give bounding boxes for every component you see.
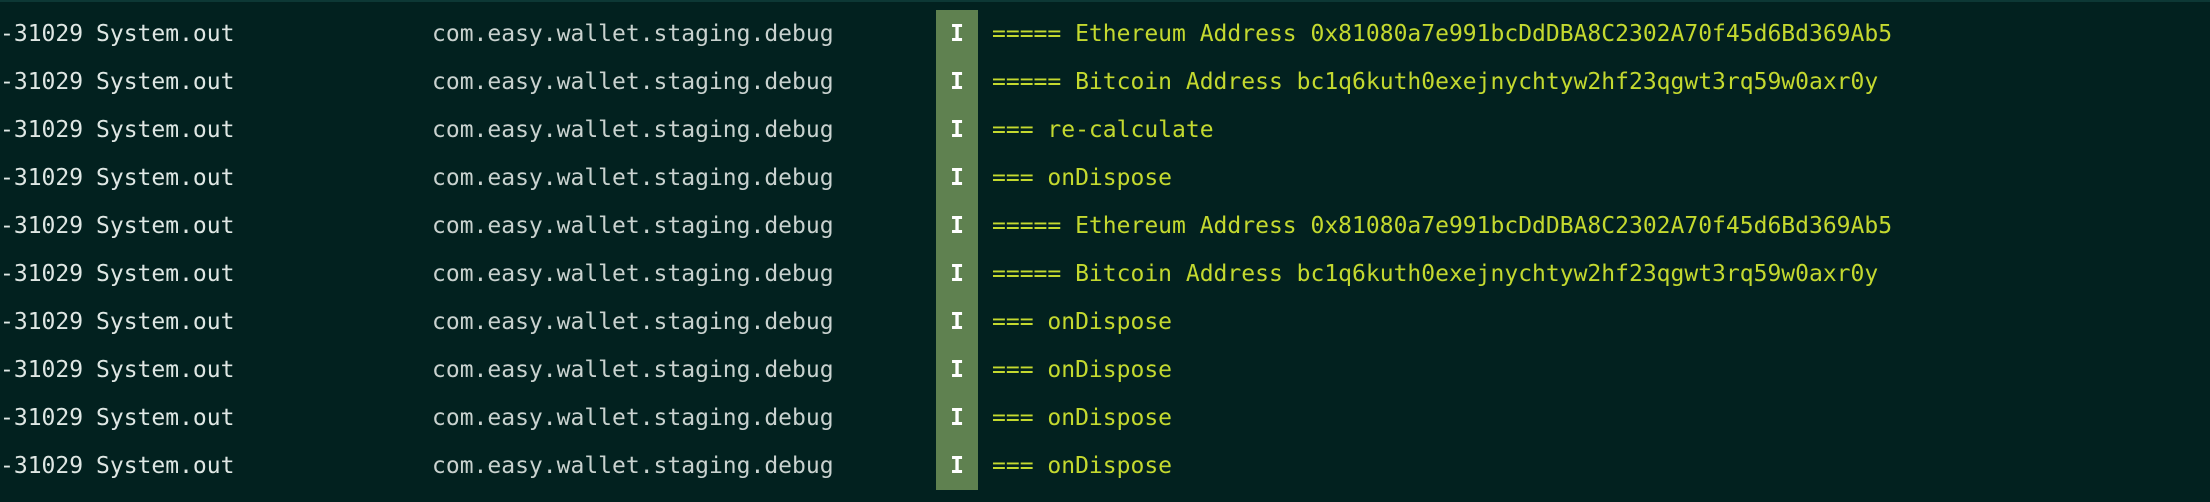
log-level-badge: I [936, 154, 978, 202]
log-tag: System.out [96, 453, 235, 479]
log-level-badge: I [936, 442, 978, 490]
log-tag: System.out [96, 21, 235, 47]
log-package: com.easy.wallet.staging.debug [432, 357, 834, 383]
log-row[interactable]: -31029 System.out com.easy.wallet.stagin… [0, 10, 2210, 58]
log-row[interactable]: -31029 System.out com.easy.wallet.stagin… [0, 346, 2210, 394]
log-row[interactable]: -31029 System.out com.easy.wallet.stagin… [0, 298, 2210, 346]
log-pid: -31029 [0, 405, 84, 431]
log-row[interactable]: -31029 System.out com.easy.wallet.stagin… [0, 442, 2210, 490]
log-message: === onDispose [992, 453, 1173, 479]
log-tag: System.out [96, 261, 235, 287]
log-message: ===== Bitcoin Address bc1q6kuth0exejnych… [992, 261, 1879, 287]
log-package: com.easy.wallet.staging.debug [432, 117, 834, 143]
log-package: com.easy.wallet.staging.debug [432, 261, 834, 287]
log-list: -31029 System.out com.easy.wallet.stagin… [0, 10, 2210, 490]
log-pid: -31029 [0, 21, 84, 47]
log-row[interactable]: -31029 System.out com.easy.wallet.stagin… [0, 106, 2210, 154]
log-pid: -31029 [0, 357, 84, 383]
log-pid: -31029 [0, 213, 84, 239]
log-package: com.easy.wallet.staging.debug [432, 405, 834, 431]
log-message: === onDispose [992, 405, 1173, 431]
log-level-badge: I [936, 298, 978, 346]
log-row[interactable]: -31029 System.out com.easy.wallet.stagin… [0, 58, 2210, 106]
log-package: com.easy.wallet.staging.debug [432, 165, 834, 191]
log-message: === re-calculate [992, 117, 1214, 143]
log-pid: -31029 [0, 453, 84, 479]
log-message: ===== Ethereum Address 0x81080a7e991bcDd… [992, 21, 1893, 47]
log-tag: System.out [96, 69, 235, 95]
log-package: com.easy.wallet.staging.debug [432, 69, 834, 95]
log-pid: -31029 [0, 261, 84, 287]
log-row[interactable]: -31029 System.out com.easy.wallet.stagin… [0, 202, 2210, 250]
log-level-badge: I [936, 346, 978, 394]
log-package: com.easy.wallet.staging.debug [432, 21, 834, 47]
log-pid: -31029 [0, 117, 84, 143]
log-message: ===== Ethereum Address 0x81080a7e991bcDd… [992, 213, 1893, 239]
log-tag: System.out [96, 117, 235, 143]
log-message: ===== Bitcoin Address bc1q6kuth0exejnych… [992, 69, 1879, 95]
log-level-badge: I [936, 394, 978, 442]
log-level-badge: I [936, 106, 978, 154]
log-tag: System.out [96, 405, 235, 431]
log-pid: -31029 [0, 69, 84, 95]
log-level-badge: I [936, 202, 978, 250]
log-pid: -31029 [0, 165, 84, 191]
log-package: com.easy.wallet.staging.debug [432, 453, 834, 479]
log-tag: System.out [96, 309, 235, 335]
log-package: com.easy.wallet.staging.debug [432, 213, 834, 239]
log-level-badge: I [936, 10, 978, 58]
logcat-panel: -31029 System.out com.easy.wallet.stagin… [0, 0, 2210, 502]
log-row[interactable]: -31029 System.out com.easy.wallet.stagin… [0, 250, 2210, 298]
log-pid: -31029 [0, 309, 84, 335]
log-level-badge: I [936, 250, 978, 298]
log-message: === onDispose [992, 357, 1173, 383]
log-row[interactable]: -31029 System.out com.easy.wallet.stagin… [0, 154, 2210, 202]
log-tag: System.out [96, 165, 235, 191]
log-level-badge: I [936, 58, 978, 106]
log-tag: System.out [96, 357, 235, 383]
log-package: com.easy.wallet.staging.debug [432, 309, 834, 335]
log-message: === onDispose [992, 309, 1173, 335]
log-tag: System.out [96, 213, 235, 239]
log-row[interactable]: -31029 System.out com.easy.wallet.stagin… [0, 394, 2210, 442]
log-message: === onDispose [992, 165, 1173, 191]
